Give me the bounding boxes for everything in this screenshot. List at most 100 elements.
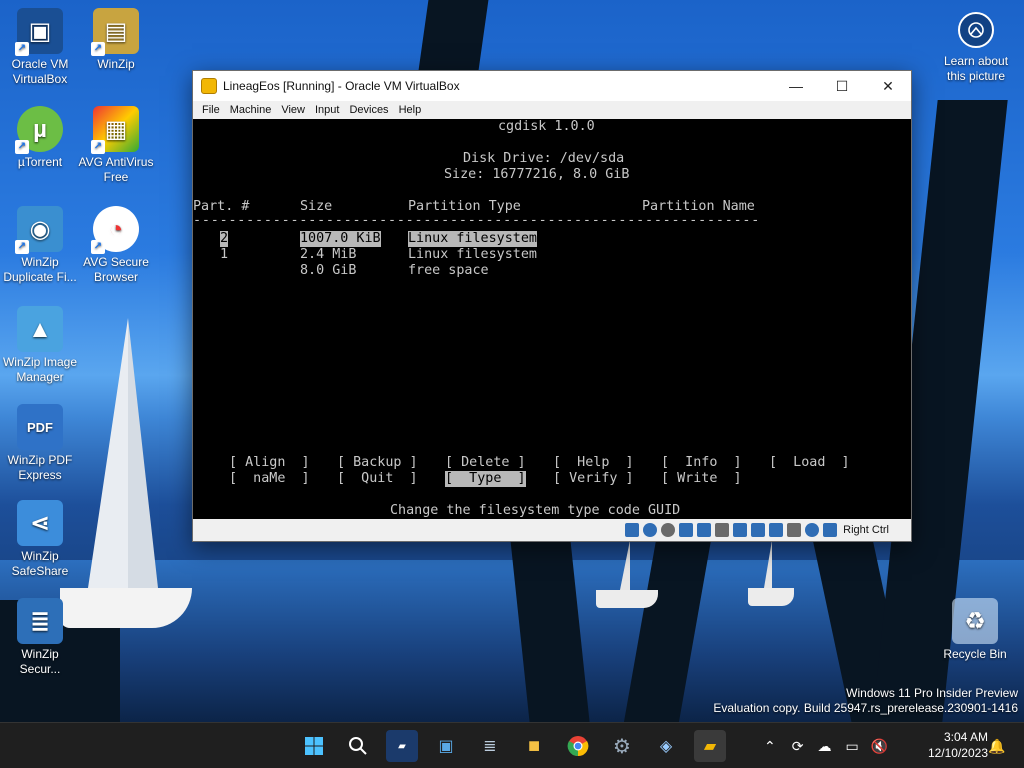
tray-cloud-offline-icon[interactable]: ☁ bbox=[817, 738, 831, 755]
close-icon: ✕ bbox=[882, 77, 894, 94]
menu-help[interactable]: Help bbox=[394, 104, 427, 116]
audio-status-icon[interactable] bbox=[661, 523, 676, 537]
tray-overflow-chevron-icon[interactable]: ⌃ bbox=[764, 738, 776, 755]
partition-row-type[interactable]: Linux filesystem bbox=[408, 247, 537, 263]
notification-bell-icon[interactable]: 🔔 bbox=[988, 738, 1005, 755]
taskbar-app-pre[interactable]: ▰ bbox=[386, 730, 418, 762]
desktop-icon-winzip[interactable]: ▤ ↗ WinZip bbox=[76, 8, 156, 72]
winzip-icon: ▤ ↗ bbox=[91, 8, 139, 56]
menu-input[interactable]: Input bbox=[310, 104, 344, 116]
usb-status-icon[interactable] bbox=[697, 523, 712, 537]
menu-view[interactable]: View bbox=[276, 104, 310, 116]
action-quit[interactable]: [ Quit ] bbox=[337, 471, 418, 487]
network-status-icon[interactable] bbox=[679, 523, 694, 537]
windows-watermark: Windows 11 Pro Insider Preview Evaluatio… bbox=[713, 686, 1018, 716]
maximize-button[interactable]: ☐ bbox=[819, 71, 865, 101]
action-backup[interactable]: [ Backup ] bbox=[337, 455, 418, 471]
taskbar-app-virtualbox[interactable]: ◈ bbox=[650, 730, 682, 762]
recording-status-icon[interactable] bbox=[751, 523, 766, 537]
taskbar-app-lineageos-vm[interactable]: ▰ bbox=[694, 730, 726, 762]
taskbar-app-hyperv[interactable]: ▣ bbox=[430, 730, 462, 762]
wallpaper-sail bbox=[88, 318, 128, 588]
menu-devices[interactable]: Devices bbox=[344, 104, 393, 116]
camera-icon bbox=[958, 12, 994, 48]
vm-console[interactable]: cgdisk 1.0.0 Disk Drive: /dev/sda Size: … bbox=[193, 119, 911, 519]
desktop-icon-utorrent[interactable]: µ ↗ µTorrent bbox=[0, 106, 80, 170]
harddisk-status-icon[interactable] bbox=[625, 523, 640, 537]
action-write[interactable]: [ Write ] bbox=[661, 471, 742, 487]
partition-row-number[interactable]: 2 bbox=[220, 231, 229, 247]
optical-drive-status-icon[interactable] bbox=[643, 523, 658, 537]
desktop-icon-label: Oracle VM VirtualBox bbox=[11, 57, 69, 86]
desktop-icon-avg-browser[interactable]: ◔ ↗ AVG Secure Browser bbox=[76, 206, 156, 285]
learn-about-picture[interactable]: Learn about this picture bbox=[936, 12, 1016, 84]
start-button[interactable] bbox=[298, 730, 330, 762]
desktop-icon-winzip-pdf[interactable]: PDF WinZip PDF Express bbox=[0, 404, 80, 483]
desktop-icon-virtualbox[interactable]: ▣ ↗ Oracle VM VirtualBox bbox=[0, 8, 80, 87]
vm-window-icon: ▰ bbox=[703, 738, 717, 755]
taskbar: ▰ ▣ ≣ ■ ⚙ ◈ ▰ ⌃ ⟳ ☁ ▭ 🔇 3:04 AM 12/10/20… bbox=[0, 722, 1024, 768]
action-verify[interactable]: [ Verify ] bbox=[553, 471, 634, 487]
taskbar-app-settings[interactable]: ⚙ bbox=[606, 730, 638, 762]
taskbar-app-winzip-secure[interactable]: ≣ bbox=[474, 730, 506, 762]
minimize-button[interactable]: — bbox=[773, 71, 819, 101]
tray-volume-muted-icon[interactable]: 🔇 bbox=[871, 738, 888, 755]
winzip-secure-taskbar-icon: ≣ bbox=[483, 738, 497, 755]
maximize-icon: ☐ bbox=[835, 77, 849, 94]
desktop-icon-label: WinZip Duplicate Fi... bbox=[3, 255, 77, 284]
action-help[interactable]: [ Help ] bbox=[553, 455, 634, 471]
display-status-icon[interactable] bbox=[733, 523, 748, 537]
partition-row-size[interactable]: 1007.0 KiB bbox=[300, 231, 381, 247]
partition-row-size[interactable]: 8.0 GiB bbox=[300, 263, 356, 279]
notification-area: 🔔 bbox=[988, 723, 1005, 768]
header-divider: ----------------------------------------… bbox=[193, 213, 761, 228]
desktop-icon-label: WinZip Secur... bbox=[19, 647, 61, 676]
taskbar-clock[interactable]: 3:04 AM 12/10/2023 bbox=[928, 729, 988, 761]
keyboard-status-icon[interactable] bbox=[805, 523, 820, 537]
watermark-line: Windows 11 Pro Insider Preview bbox=[846, 686, 1018, 700]
virtualbox-taskbar-icon: ◈ bbox=[659, 738, 673, 755]
winzip-safeshare-icon: ⋖ bbox=[17, 500, 63, 546]
virtualization-status-icon[interactable] bbox=[769, 523, 784, 537]
action-info[interactable]: [ Info ] bbox=[661, 455, 742, 471]
action-name[interactable]: [ naMe ] bbox=[229, 471, 310, 487]
desktop-icon-label: AVG AntiVirus Free bbox=[78, 155, 154, 184]
taskbar-app-chrome[interactable] bbox=[562, 730, 594, 762]
desktop-icon-winzip-image[interactable]: ▲ WinZip Image Manager bbox=[0, 306, 80, 385]
partition-row-type[interactable]: free space bbox=[408, 263, 489, 279]
menu-machine[interactable]: Machine bbox=[225, 104, 277, 116]
menu-file[interactable]: File bbox=[197, 104, 225, 116]
shortcut-arrow-icon: ↗ bbox=[91, 240, 105, 254]
shortcut-arrow-icon: ↗ bbox=[15, 240, 29, 254]
desktop-icon-winzip-duplicate[interactable]: ◉ ↗ WinZip Duplicate Fi... bbox=[0, 206, 80, 285]
wallpaper-boat-hull bbox=[596, 590, 658, 608]
shared-folders-status-icon[interactable] bbox=[715, 523, 730, 537]
taskbar-search-button[interactable] bbox=[342, 730, 374, 762]
desktop-icon-winzip-secure[interactable]: ≣ WinZip Secur... bbox=[0, 598, 80, 677]
vm-status-bar: Right Ctrl bbox=[193, 519, 911, 541]
taskbar-app-file-explorer[interactable]: ■ bbox=[518, 730, 550, 762]
partition-row-type[interactable]: Linux filesystem bbox=[408, 231, 537, 247]
shortcut-arrow-icon: ↗ bbox=[15, 140, 29, 154]
action-align[interactable]: [ Align ] bbox=[229, 455, 310, 471]
window-titlebar[interactable]: LineagEos [Running] - Oracle VM VirtualB… bbox=[193, 71, 911, 101]
window-title: LineagEos [Running] - Oracle VM VirtualB… bbox=[223, 79, 460, 93]
virtualbox-window[interactable]: LineagEos [Running] - Oracle VM VirtualB… bbox=[192, 70, 912, 542]
chrome-icon bbox=[567, 736, 589, 757]
tray-network-icon[interactable]: ▭ bbox=[845, 738, 858, 755]
action-delete[interactable]: [ Delete ] bbox=[445, 455, 526, 471]
mouse-integration-status-icon[interactable] bbox=[787, 523, 802, 537]
partition-row-size[interactable]: 2.4 MiB bbox=[300, 247, 356, 263]
desktop-icon-winzip-safeshare[interactable]: ⋖ WinZip SafeShare bbox=[0, 500, 80, 579]
desktop-icon-label: WinZip SafeShare bbox=[11, 549, 69, 578]
action-hint: Change the filesystem type code GUID bbox=[390, 503, 681, 518]
desktop-icon-label: WinZip bbox=[97, 57, 135, 71]
minimize-icon: — bbox=[789, 78, 803, 94]
desktop-icon-avg-antivirus[interactable]: ▦ ↗ AVG AntiVirus Free bbox=[76, 106, 156, 185]
desktop-icon-recycle-bin[interactable]: ♻ Recycle Bin bbox=[935, 598, 1015, 662]
tray-sync-icon[interactable]: ⟳ bbox=[792, 738, 804, 755]
close-button[interactable]: ✕ bbox=[865, 71, 911, 101]
action-load[interactable]: [ Load ] bbox=[769, 455, 850, 471]
partition-row-number[interactable]: 1 bbox=[220, 247, 228, 263]
action-type-selected[interactable]: [ Type ] bbox=[445, 471, 526, 487]
